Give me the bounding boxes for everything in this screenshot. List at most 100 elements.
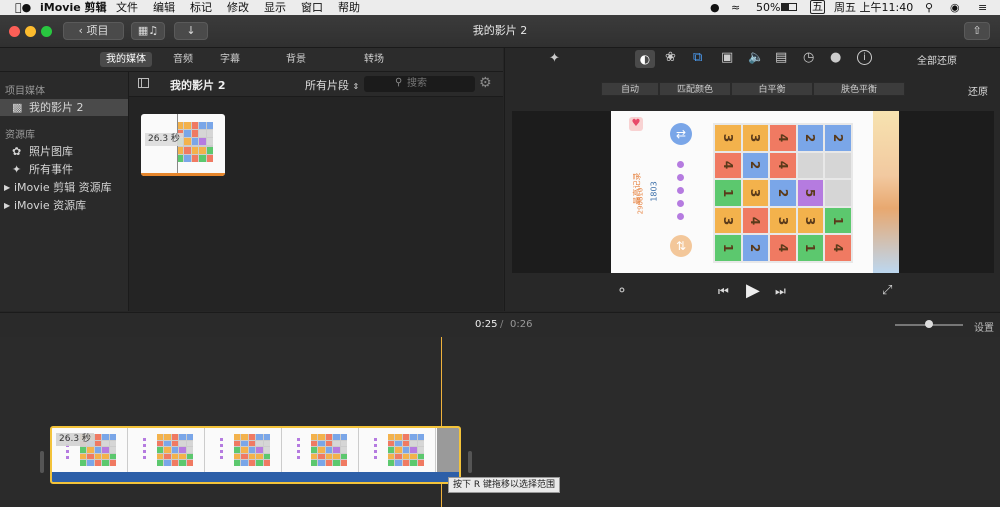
back-to-projects-button[interactable]: ‹ 项目 bbox=[63, 22, 124, 40]
close-window-button[interactable] bbox=[9, 26, 20, 37]
auto-button[interactable]: 自动 bbox=[601, 82, 659, 96]
volume-icon[interactable]: 🔈 bbox=[748, 50, 764, 65]
menu-modify[interactable]: 修改 bbox=[227, 0, 249, 15]
qq-icon[interactable]: ● bbox=[710, 0, 720, 15]
frame-tile bbox=[333, 453, 340, 460]
window-title: 我的影片 2 bbox=[472, 24, 528, 37]
timeline-settings-button[interactable]: 设置 bbox=[974, 319, 994, 334]
frame-tile bbox=[402, 434, 410, 440]
equalizer-icon[interactable]: ▤ bbox=[775, 50, 787, 65]
tab-audio[interactable]: 音频 bbox=[165, 52, 201, 67]
sidebar-item-all-events[interactable]: ✦ 所有事件 bbox=[0, 161, 128, 178]
sidebar-item-project[interactable]: ▩ 我的影片 2 bbox=[0, 99, 128, 116]
battery-percent[interactable]: 50% bbox=[756, 0, 780, 15]
white-balance-button[interactable]: 白平衡 bbox=[731, 82, 813, 96]
frame-tile bbox=[157, 434, 164, 440]
menu-help[interactable]: 帮助 bbox=[338, 0, 360, 15]
sidebar-item-imovie-library[interactable]: ▶ iMovie 资源库 bbox=[0, 197, 128, 214]
frame-tile bbox=[311, 460, 318, 466]
apple-icon[interactable]: ● bbox=[15, 0, 31, 15]
timeline-clip[interactable]: 26.3 秒 bbox=[50, 426, 461, 484]
magic-wand-icon[interactable]: ✦ bbox=[549, 51, 560, 66]
chevron-left-icon: ‹ bbox=[78, 24, 83, 37]
media-library-toggle-button[interactable]: ▦♫ bbox=[131, 22, 165, 40]
tab-titles[interactable]: 字幕 bbox=[212, 52, 248, 67]
frame-tile bbox=[157, 447, 164, 453]
share-button[interactable]: ⇧ bbox=[964, 22, 990, 40]
frame-dots bbox=[220, 438, 223, 462]
color-balance-icon[interactable]: ◐ bbox=[635, 50, 655, 68]
frame-tile bbox=[333, 434, 340, 440]
spotlight-icon[interactable]: ⚲ bbox=[925, 0, 933, 15]
menu-edit[interactable]: 编辑 bbox=[153, 0, 175, 15]
match-color-button[interactable]: 匹配颜色 bbox=[659, 82, 731, 96]
crop-icon[interactable]: ⧉ bbox=[693, 50, 702, 65]
reset-button[interactable]: 还原 bbox=[968, 83, 988, 98]
tab-backgrounds[interactable]: 背景 bbox=[278, 52, 314, 67]
frame-tile bbox=[241, 440, 248, 447]
settings-gear-icon[interactable]: ⚙ bbox=[479, 75, 492, 91]
disclosure-triangle-icon[interactable]: ▶ bbox=[4, 197, 10, 214]
frame-tile bbox=[186, 440, 193, 447]
sidebar-item-label: 照片图库 bbox=[29, 145, 73, 158]
play-icon[interactable]: ▶ bbox=[746, 280, 760, 301]
battery-icon[interactable] bbox=[781, 3, 797, 11]
star-icon: ✦ bbox=[12, 163, 22, 176]
game-tile-number: 5 bbox=[803, 188, 818, 198]
menu-app-name[interactable]: iMovie 剪辑 bbox=[40, 0, 107, 15]
zoom-window-button[interactable] bbox=[41, 26, 52, 37]
clip-filter-select[interactable]: 所有片段 ⇕ bbox=[305, 77, 359, 93]
camera-icon[interactable]: ▣ bbox=[721, 50, 733, 65]
game-tile: 1 bbox=[715, 180, 741, 206]
user-avatar-icon[interactable]: ◉ bbox=[950, 0, 960, 15]
frame-tile bbox=[102, 434, 109, 440]
import-button[interactable]: ↓ bbox=[174, 22, 208, 40]
sidebar-item-imovie-clips-library[interactable]: ▶ iMovie 剪辑 资源库 bbox=[0, 179, 128, 196]
browser-clip-thumbnail[interactable]: 26.3 秒 bbox=[141, 114, 225, 176]
microphone-icon[interactable]: ⚬ bbox=[616, 283, 628, 299]
reset-all-button[interactable]: 全部还原 bbox=[917, 52, 957, 67]
menu-mark[interactable]: 标记 bbox=[190, 0, 212, 15]
search-input[interactable] bbox=[407, 77, 467, 90]
skin-tone-balance-button[interactable]: 肤色平衡 bbox=[813, 82, 905, 96]
frame-tile bbox=[164, 447, 171, 453]
frame-tile bbox=[340, 453, 347, 460]
wifi-icon[interactable]: ≈ bbox=[731, 0, 740, 15]
frame-tile bbox=[256, 440, 263, 447]
clip-filter-icon[interactable]: ● bbox=[830, 50, 841, 65]
skip-forward-icon[interactable]: ⏭ bbox=[775, 284, 786, 299]
tab-my-media[interactable]: 我的媒体 bbox=[100, 52, 152, 67]
list-menu-icon[interactable]: ≡ bbox=[978, 0, 987, 15]
tab-transitions[interactable]: 转场 bbox=[356, 52, 392, 67]
thumb-tile bbox=[206, 138, 213, 146]
refresh-icon: ⇅ bbox=[670, 235, 692, 257]
minimize-window-button[interactable] bbox=[25, 26, 36, 37]
disclosure-triangle-icon[interactable]: ▶ bbox=[4, 179, 10, 196]
game-tile: 4 bbox=[825, 235, 851, 261]
sidebar-toggle-icon[interactable] bbox=[138, 78, 149, 88]
fullscreen-icon[interactable]: ⤢ bbox=[882, 283, 892, 298]
menu-window[interactable]: 窗口 bbox=[301, 0, 323, 15]
speed-icon[interactable]: ◷ bbox=[803, 50, 814, 65]
thumb-tile bbox=[184, 130, 191, 138]
frame-tile bbox=[402, 460, 410, 466]
timeline-end-handle[interactable] bbox=[468, 451, 472, 473]
sidebar-item-photos[interactable]: ✿ 照片图库 bbox=[0, 143, 128, 160]
info-icon[interactable]: i bbox=[857, 50, 872, 65]
search-field[interactable]: ⚲ bbox=[364, 76, 475, 92]
palette-icon[interactable]: ❀ bbox=[665, 50, 676, 65]
menu-file[interactable]: 文件 bbox=[116, 0, 138, 15]
menu-view[interactable]: 显示 bbox=[264, 0, 286, 15]
clock[interactable]: 周五 上午11:40 bbox=[834, 0, 913, 15]
frame-tile bbox=[410, 460, 417, 466]
frame-tile bbox=[263, 440, 270, 447]
input-method-icon[interactable]: 五 bbox=[810, 0, 825, 14]
frame-tile bbox=[241, 460, 248, 466]
timeline-start-handle[interactable] bbox=[40, 451, 44, 473]
game-grid: 3 3 4 2 2 4 2 4 1 3 2 5 3 4 3 3 1 1 2 4 1 4 bbox=[713, 123, 853, 263]
frame-tile bbox=[395, 440, 402, 447]
skip-back-icon[interactable]: ⏮ bbox=[718, 284, 729, 299]
frame-tile bbox=[311, 434, 318, 440]
zoom-slider-knob[interactable] bbox=[925, 320, 933, 328]
zoom-slider[interactable] bbox=[895, 320, 963, 328]
